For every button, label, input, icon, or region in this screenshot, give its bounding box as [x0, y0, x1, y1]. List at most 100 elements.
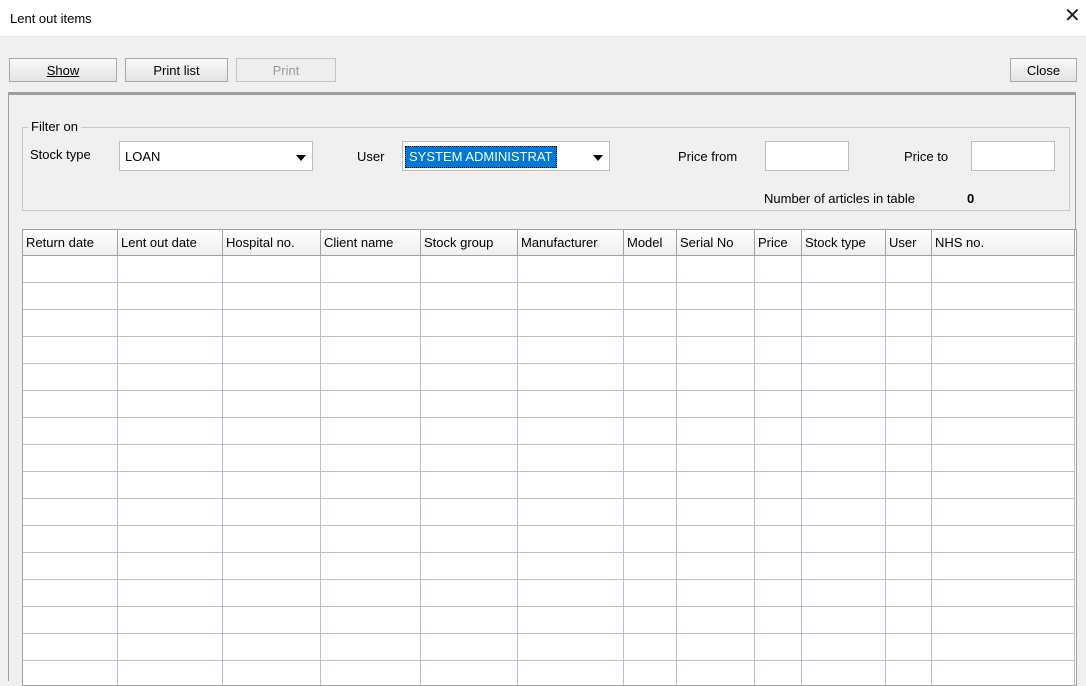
column-header[interactable]: Stock group [421, 230, 518, 256]
table-cell[interactable] [118, 553, 223, 580]
table-cell[interactable] [23, 472, 118, 499]
table-cell[interactable] [321, 580, 421, 607]
table-cell[interactable] [421, 472, 518, 499]
table-cell[interactable] [802, 526, 886, 553]
table-cell[interactable] [118, 283, 223, 310]
table-cell[interactable] [23, 256, 118, 283]
table-cell[interactable] [223, 283, 321, 310]
table-cell[interactable] [677, 364, 755, 391]
table-cell[interactable] [321, 418, 421, 445]
table-cell[interactable] [223, 337, 321, 364]
table-cell[interactable] [624, 661, 677, 685]
table-cell[interactable] [755, 661, 802, 685]
column-header[interactable]: Serial No [677, 230, 755, 256]
table-cell[interactable] [677, 580, 755, 607]
column-header[interactable]: Manufacturer [518, 230, 624, 256]
table-cell[interactable] [802, 634, 886, 661]
table-cell[interactable] [223, 310, 321, 337]
table-cell[interactable] [321, 445, 421, 472]
column-header[interactable]: Hospital no. [223, 230, 321, 256]
table-cell[interactable] [421, 364, 518, 391]
table-cell[interactable] [223, 526, 321, 553]
table-cell[interactable] [223, 391, 321, 418]
table-cell[interactable] [421, 391, 518, 418]
table-cell[interactable] [118, 337, 223, 364]
table-row[interactable] [23, 661, 1076, 685]
table-cell[interactable] [755, 256, 802, 283]
print-list-button[interactable]: Print list [125, 58, 228, 82]
table-cell[interactable] [932, 418, 1075, 445]
table-cell[interactable] [932, 310, 1075, 337]
table-cell[interactable] [118, 472, 223, 499]
table-cell[interactable] [802, 256, 886, 283]
table-cell[interactable] [321, 526, 421, 553]
column-header[interactable]: Model [624, 230, 677, 256]
table-cell[interactable] [755, 607, 802, 634]
table-cell[interactable] [624, 418, 677, 445]
table-cell[interactable] [421, 310, 518, 337]
table-cell[interactable] [755, 418, 802, 445]
table-cell[interactable] [624, 364, 677, 391]
table-cell[interactable] [118, 445, 223, 472]
table-cell[interactable] [886, 445, 932, 472]
user-select[interactable]: SYSTEM ADMINISTRAT [402, 141, 610, 171]
table-cell[interactable] [518, 391, 624, 418]
table-cell[interactable] [886, 553, 932, 580]
column-header[interactable]: Stock type [802, 230, 886, 256]
table-cell[interactable] [518, 499, 624, 526]
table-cell[interactable] [624, 499, 677, 526]
table-cell[interactable] [886, 661, 932, 685]
table-cell[interactable] [321, 256, 421, 283]
table-cell[interactable] [802, 445, 886, 472]
table-cell[interactable] [321, 607, 421, 634]
table-cell[interactable] [932, 364, 1075, 391]
table-cell[interactable] [321, 283, 421, 310]
table-cell[interactable] [755, 283, 802, 310]
table-cell[interactable] [677, 391, 755, 418]
table-cell[interactable] [223, 553, 321, 580]
table-cell[interactable] [518, 337, 624, 364]
table-cell[interactable] [23, 553, 118, 580]
table-cell[interactable] [518, 418, 624, 445]
table-cell[interactable] [624, 283, 677, 310]
table-cell[interactable] [118, 580, 223, 607]
table-cell[interactable] [23, 661, 118, 685]
table-cell[interactable] [932, 553, 1075, 580]
table-cell[interactable] [755, 337, 802, 364]
table-cell[interactable] [886, 283, 932, 310]
table-cell[interactable] [518, 526, 624, 553]
table-cell[interactable] [677, 472, 755, 499]
table-cell[interactable] [23, 607, 118, 634]
table-cell[interactable] [223, 499, 321, 526]
price-from-input[interactable] [765, 141, 849, 171]
table-cell[interactable] [677, 256, 755, 283]
table-cell[interactable] [223, 472, 321, 499]
table-cell[interactable] [518, 283, 624, 310]
table-cell[interactable] [802, 580, 886, 607]
table-cell[interactable] [321, 553, 421, 580]
table-cell[interactable] [421, 580, 518, 607]
table-cell[interactable] [421, 661, 518, 685]
table-cell[interactable] [321, 337, 421, 364]
column-header[interactable]: Return date [23, 230, 118, 256]
table-cell[interactable] [624, 310, 677, 337]
table-cell[interactable] [802, 364, 886, 391]
table-cell[interactable] [755, 391, 802, 418]
table-cell[interactable] [223, 445, 321, 472]
table-cell[interactable] [886, 634, 932, 661]
table-cell[interactable] [755, 445, 802, 472]
table-cell[interactable] [23, 499, 118, 526]
table-cell[interactable] [518, 661, 624, 685]
table-cell[interactable] [421, 634, 518, 661]
table-cell[interactable] [118, 661, 223, 685]
table-row[interactable] [23, 418, 1076, 445]
table-cell[interactable] [802, 607, 886, 634]
close-button[interactable]: Close [1010, 58, 1077, 82]
table-cell[interactable] [118, 256, 223, 283]
table-cell[interactable] [624, 445, 677, 472]
table-cell[interactable] [886, 526, 932, 553]
table-cell[interactable] [886, 472, 932, 499]
table-cell[interactable] [932, 391, 1075, 418]
table-cell[interactable] [677, 445, 755, 472]
table-cell[interactable] [802, 472, 886, 499]
